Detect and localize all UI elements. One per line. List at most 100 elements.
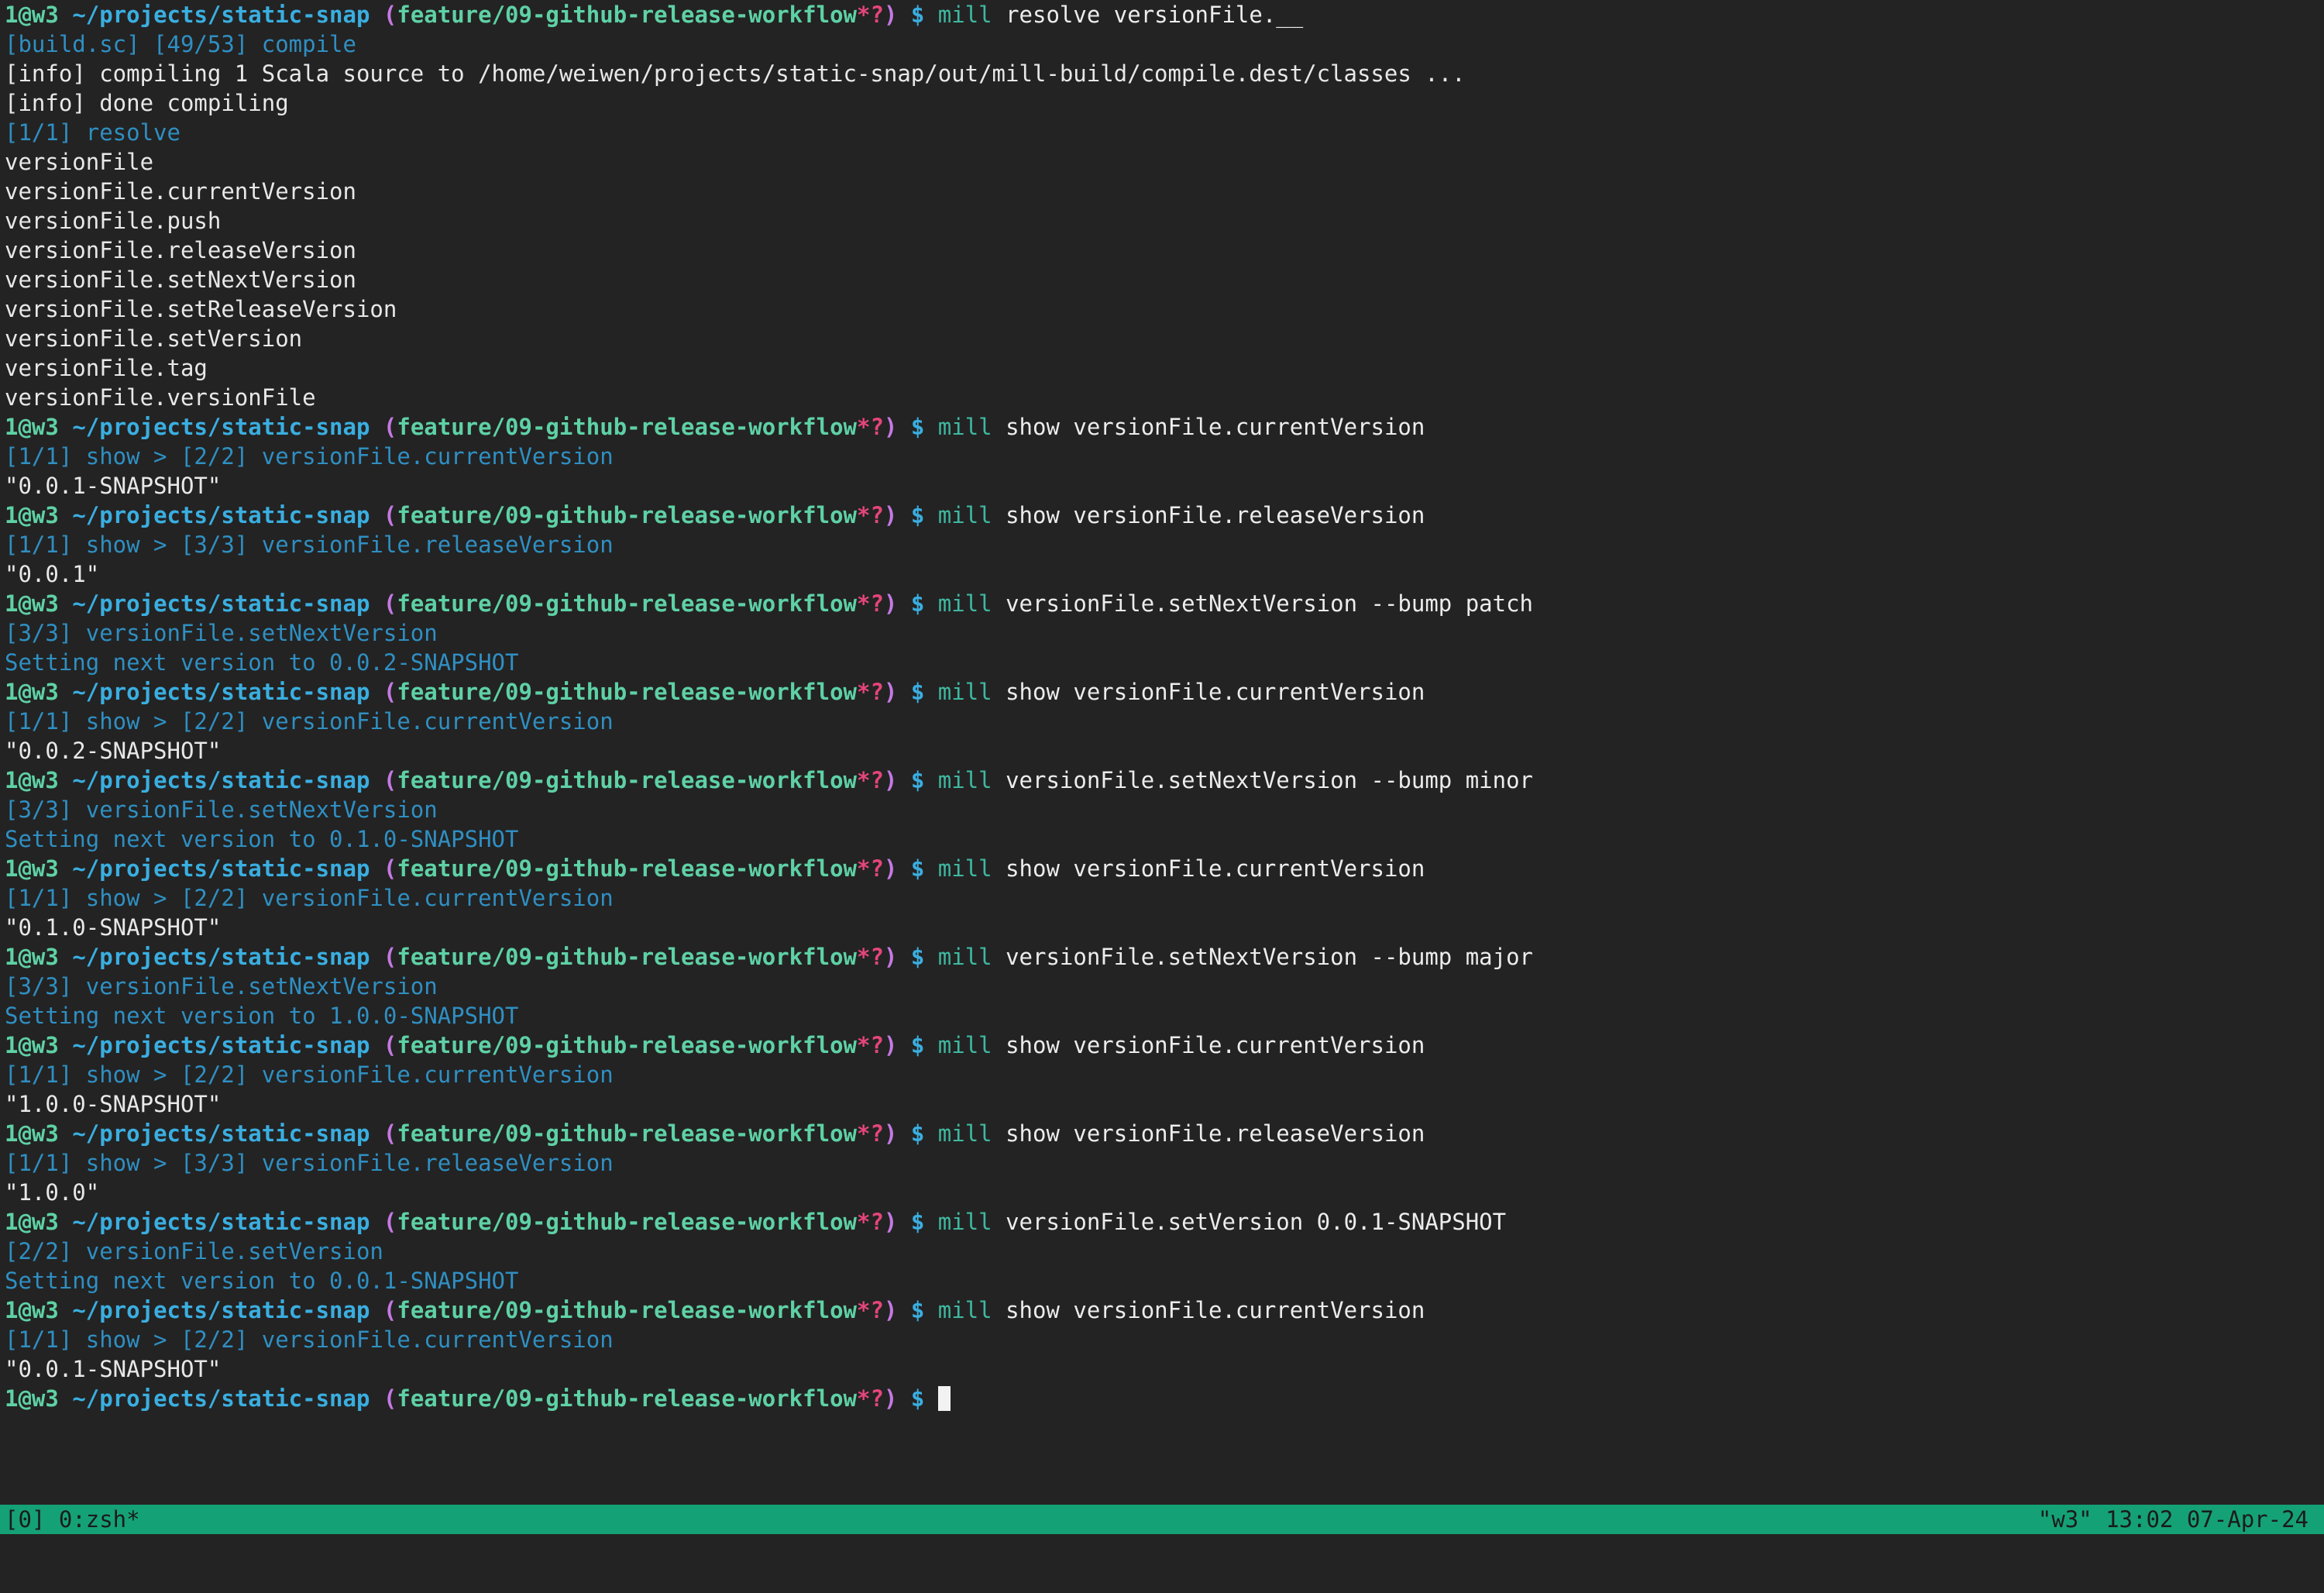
prompt-user-host: 1@w3: [5, 1209, 59, 1235]
command-name: mill: [937, 767, 992, 793]
prompt-line: 1@w3 ~/projects/static-snap (feature/09-…: [5, 412, 2321, 442]
prompt-git-dirty: *?: [856, 1209, 884, 1235]
log-text: Setting next version to 0.0.2-SNAPSHOT: [5, 649, 519, 676]
prompt-symbol: $: [910, 855, 925, 882]
prompt-line: 1@w3 ~/projects/static-snap (feature/09-…: [5, 854, 2321, 883]
command-args: show versionFile.currentVersion: [1006, 679, 1425, 705]
output-line: "0.0.1-SNAPSHOT": [5, 471, 2321, 501]
output-text: versionFile.setVersion: [5, 325, 303, 352]
command-name: mill: [937, 1120, 992, 1147]
log-text: [1/1] show > [2/2] versionFile.currentVe…: [5, 1061, 614, 1088]
log-text: Setting next version to 0.0.1-SNAPSHOT: [5, 1268, 519, 1294]
prompt-git-dirty: *?: [856, 1297, 884, 1323]
output-line: versionFile.currentVersion: [5, 177, 2321, 206]
log-line: [1/1] show > [3/3] versionFile.releaseVe…: [5, 1148, 2321, 1178]
output-text: versionFile.currentVersion: [5, 178, 356, 205]
prompt-git-branch: feature/09-github-release-workflow: [397, 1209, 857, 1235]
prompt-branch-open: (: [383, 2, 397, 28]
log-text: [2/2] versionFile.setVersion: [5, 1238, 383, 1264]
tmux-host-clock: "w3" 13:02 07-Apr-24: [2037, 1506, 2309, 1533]
command-args: show versionFile.releaseVersion: [1006, 502, 1425, 528]
output-text: versionFile.tag: [5, 355, 208, 381]
command-args: versionFile.setNextVersion --bump patch: [1006, 590, 1534, 617]
output-text: [info] compiling 1 Scala source to /home…: [5, 60, 1466, 87]
output-text: "0.0.1": [5, 561, 100, 587]
command-name: mill: [937, 414, 992, 440]
prompt-line: 1@w3 ~/projects/static-snap (feature/09-…: [5, 1030, 2321, 1060]
prompt-branch-open: (: [383, 1209, 397, 1235]
prompt-git-branch: feature/09-github-release-workflow: [397, 502, 857, 528]
prompt-git-dirty: *?: [856, 590, 884, 617]
log-text: [1/1] resolve: [5, 119, 180, 146]
command-name: mill: [937, 502, 992, 528]
prompt-symbol: $: [910, 590, 925, 617]
prompt-user-host: 1@w3: [5, 1032, 59, 1058]
output-line: versionFile.releaseVersion: [5, 236, 2321, 265]
prompt-cwd: ~/projects/static-snap: [72, 1209, 370, 1235]
prompt-branch-close: ): [883, 855, 898, 882]
prompt-cwd: ~/projects/static-snap: [72, 1297, 370, 1323]
terminal-output[interactable]: 1@w3 ~/projects/static-snap (feature/09-…: [5, 0, 2321, 1499]
output-text: versionFile.push: [5, 208, 222, 234]
log-text: [3/3] versionFile.setNextVersion: [5, 973, 438, 999]
output-text: "0.0.1-SNAPSHOT": [5, 473, 222, 499]
prompt-branch-close: ): [883, 679, 898, 705]
output-line: versionFile.setVersion: [5, 324, 2321, 353]
prompt-git-branch: feature/09-github-release-workflow: [397, 1297, 857, 1323]
prompt-symbol: $: [910, 2, 925, 28]
prompt-user-host: 1@w3: [5, 2, 59, 28]
log-line: Setting next version to 0.0.1-SNAPSHOT: [5, 1266, 2321, 1295]
log-text: [1/1] show > [2/2] versionFile.currentVe…: [5, 443, 614, 470]
log-line: [1/1] show > [2/2] versionFile.currentVe…: [5, 442, 2321, 471]
prompt-git-branch: feature/09-github-release-workflow: [397, 1120, 857, 1147]
output-text: "0.0.2-SNAPSHOT": [5, 738, 222, 764]
prompt-branch-open: (: [383, 1032, 397, 1058]
command-name: mill: [937, 1209, 992, 1235]
output-line: "0.1.0-SNAPSHOT": [5, 913, 2321, 942]
prompt-user-host: 1@w3: [5, 590, 59, 617]
output-line: "0.0.1": [5, 559, 2321, 589]
prompt-user-host: 1@w3: [5, 1385, 59, 1412]
log-line: [3/3] versionFile.setNextVersion: [5, 972, 2321, 1001]
log-line: [1/1] show > [2/2] versionFile.currentVe…: [5, 1060, 2321, 1089]
output-line: [info] compiling 1 Scala source to /home…: [5, 59, 2321, 88]
prompt-git-branch: feature/09-github-release-workflow: [397, 855, 857, 882]
prompt-symbol: $: [910, 679, 925, 705]
output-line: "0.0.1-SNAPSHOT": [5, 1354, 2321, 1384]
command-name: mill: [937, 855, 992, 882]
prompt-branch-close: ): [883, 2, 898, 28]
command-name: mill: [937, 1032, 992, 1058]
output-text: "0.1.0-SNAPSHOT": [5, 914, 222, 941]
prompt-branch-open: (: [383, 1385, 397, 1412]
output-text: "1.0.0": [5, 1179, 100, 1206]
output-text: versionFile.versionFile: [5, 384, 316, 411]
tmux-window-list[interactable]: [0] 0:zsh*: [5, 1505, 140, 1534]
prompt-line: 1@w3 ~/projects/static-snap (feature/09-…: [5, 677, 2321, 707]
prompt-branch-open: (: [383, 1120, 397, 1147]
prompt-user-host: 1@w3: [5, 502, 59, 528]
prompt-git-dirty: *?: [856, 2, 884, 28]
prompt-branch-open: (: [383, 590, 397, 617]
output-line: "0.0.2-SNAPSHOT": [5, 736, 2321, 766]
prompt-symbol: $: [910, 1297, 925, 1323]
log-line: [2/2] versionFile.setVersion: [5, 1237, 2321, 1266]
log-text: Setting next version to 1.0.0-SNAPSHOT: [5, 1003, 519, 1029]
command-args: show versionFile.currentVersion: [1006, 855, 1425, 882]
prompt-symbol: $: [910, 1385, 925, 1412]
text-cursor[interactable]: [937, 1386, 951, 1411]
log-line: Setting next version to 0.0.2-SNAPSHOT: [5, 648, 2321, 677]
prompt-git-branch: feature/09-github-release-workflow: [397, 767, 857, 793]
log-line: [build.sc] [49/53] compile: [5, 29, 2321, 59]
prompt-line: 1@w3 ~/projects/static-snap (feature/09-…: [5, 589, 2321, 618]
prompt-branch-close: ): [883, 1297, 898, 1323]
prompt-git-branch: feature/09-github-release-workflow: [397, 1032, 857, 1058]
prompt-git-dirty: *?: [856, 502, 884, 528]
prompt-cwd: ~/projects/static-snap: [72, 590, 370, 617]
command-args: show versionFile.currentVersion: [1006, 1032, 1425, 1058]
output-line: versionFile.setNextVersion: [5, 265, 2321, 294]
log-line: Setting next version to 0.1.0-SNAPSHOT: [5, 824, 2321, 854]
prompt-line: 1@w3 ~/projects/static-snap (feature/09-…: [5, 1207, 2321, 1237]
prompt-symbol: $: [910, 1032, 925, 1058]
command-name: mill: [937, 590, 992, 617]
prompt-git-dirty: *?: [856, 414, 884, 440]
